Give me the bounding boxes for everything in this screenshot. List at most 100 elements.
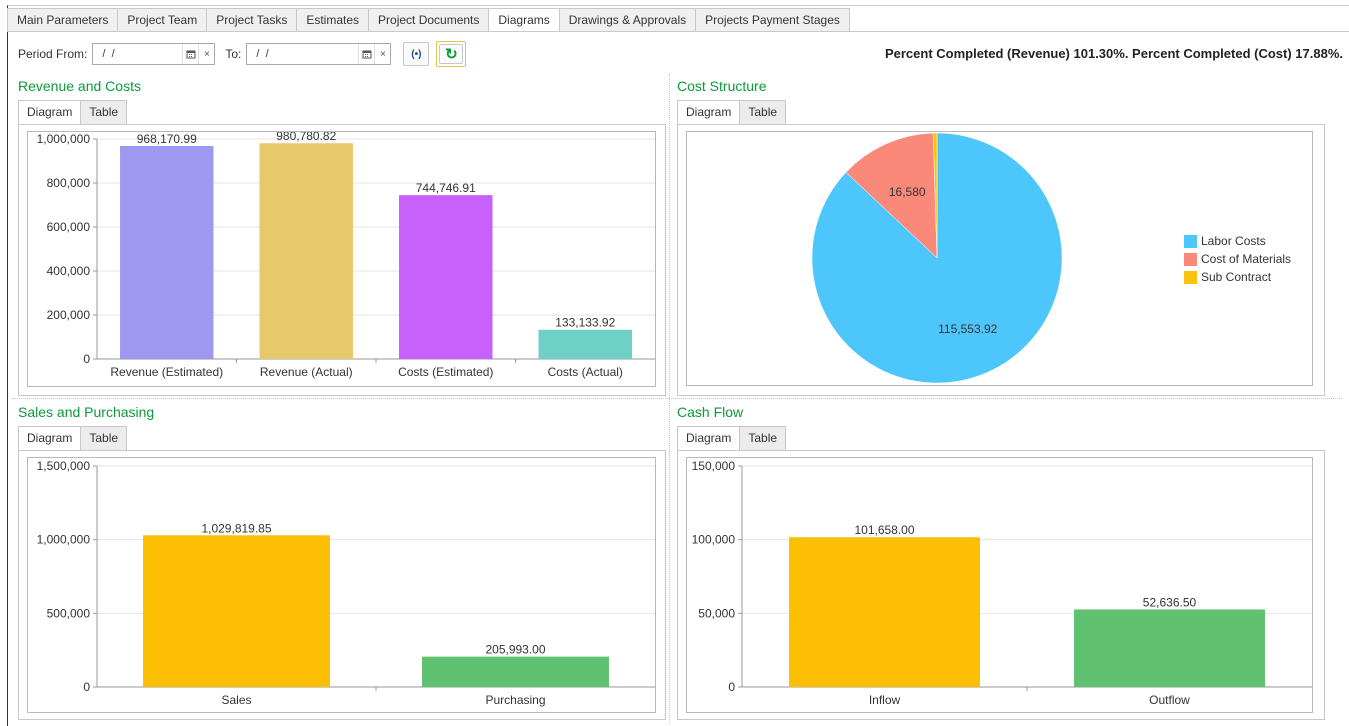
tab-table[interactable]: Table (80, 426, 128, 451)
percent-completed: Percent Completed (Revenue) 101.30%. Per… (884, 46, 1343, 61)
horizontal-divider (12, 398, 1342, 399)
vertical-divider (669, 74, 670, 724)
y-tick-label: 100,000 (692, 533, 736, 547)
tab-diagram[interactable]: Diagram (18, 100, 81, 125)
revenue-subtabs: Diagram Table (18, 100, 128, 125)
tabs-divider (7, 31, 1349, 32)
tab-table[interactable]: Table (739, 100, 787, 125)
bar-costs-estimated[interactable] (399, 195, 493, 359)
legend-swatch (1184, 270, 1197, 284)
legend-swatch (1184, 234, 1197, 248)
period-to-input[interactable] (247, 44, 359, 64)
tab-main-parameters[interactable]: Main Parameters (7, 8, 118, 32)
y-tick-label: 200,000 (47, 308, 91, 322)
x-category-label: Sales (221, 693, 251, 707)
y-tick-label: 0 (83, 680, 90, 694)
y-tick-label: 800,000 (47, 176, 91, 190)
section-title-revenue: Revenue and Costs (18, 78, 141, 94)
tab-diagram[interactable]: Diagram (18, 426, 81, 451)
bar-value-label: 980,780.82 (276, 132, 336, 143)
bar-revenue-actual[interactable] (259, 143, 353, 359)
tab-projects-payment-stages[interactable]: Projects Payment Stages (695, 8, 850, 32)
bar-sales[interactable] (143, 535, 330, 687)
y-tick-label: 1,000,000 (37, 533, 91, 547)
revenue-chart: 0 200,000 400,000 600,000 800,000 1,000,000 96… (27, 129, 656, 387)
y-tick-label: 400,000 (47, 264, 91, 278)
bar-value-label: 133,133.92 (555, 316, 615, 330)
y-tick-label: 0 (728, 680, 735, 694)
x-category-label: Costs (Estimated) (398, 365, 493, 379)
bar-outflow[interactable] (1074, 609, 1265, 687)
cost-legend: Labor Costs Cost of Materials Sub Contract (1184, 232, 1291, 286)
bar-value-label: 1,029,819.85 (201, 521, 271, 535)
period-from-input[interactable] (93, 44, 183, 64)
refresh-button[interactable]: ↻ (439, 44, 464, 64)
bar-value-label: 968,170.99 (137, 132, 197, 146)
cash-subtabs: Diagram Table (677, 426, 787, 451)
x-category-label: Purchasing (485, 693, 545, 707)
sales-bar-chart: 0 500,000 1,000,000 1,500,000 1,029,819.85 Sa… (37, 459, 655, 707)
refresh-button-wrapper: ↻ (436, 41, 467, 67)
bar-revenue-estimated[interactable] (120, 146, 214, 359)
bar-inflow[interactable] (789, 537, 980, 687)
x-category-label: Costs (Actual) (548, 365, 623, 379)
broadcast-button[interactable]: (•) (403, 42, 430, 66)
broadcast-icon: (•) (411, 48, 422, 60)
x-category-label: Revenue (Estimated) (110, 365, 223, 379)
y-tick-label: 1,000,000 (37, 132, 91, 146)
section-title-sales: Sales and Purchasing (18, 404, 155, 420)
period-from-field: × (92, 43, 216, 65)
y-tick-label: 600,000 (47, 220, 91, 234)
legend-label: Labor Costs (1201, 234, 1266, 248)
bar-purchasing[interactable] (422, 656, 609, 687)
pie-value-label: 115,553.92 (938, 322, 997, 336)
legend-label: Sub Contract (1201, 270, 1272, 284)
tab-project-team[interactable]: Project Team (117, 8, 207, 32)
bar-value-label: 52,636.50 (1143, 595, 1197, 609)
legend-item[interactable]: Sub Contract (1184, 268, 1291, 286)
period-from-label: Period From: (18, 47, 88, 61)
revenue-bar-chart: 0 200,000 400,000 600,000 800,000 1,000,000 96… (37, 129, 655, 379)
x-category-label: Inflow (869, 693, 901, 707)
calendar-icon[interactable] (358, 44, 374, 64)
tab-project-tasks[interactable]: Project Tasks (206, 8, 297, 32)
x-category-label: Outflow (1149, 693, 1190, 707)
legend-item[interactable]: Cost of Materials (1184, 250, 1291, 268)
tab-table[interactable]: Table (739, 426, 787, 451)
y-tick-label: 0 (83, 352, 90, 366)
period-to-field: × (246, 43, 392, 65)
section-title-cash: Cash Flow (677, 404, 744, 420)
tab-diagrams[interactable]: Diagrams (488, 8, 559, 32)
period-toolbar: Period From: × To: × (•) ↻ (18, 41, 467, 67)
cost-subtabs: Diagram Table (677, 100, 787, 125)
period-to-label: To: (225, 47, 242, 61)
x-category-label: Revenue (Actual) (260, 365, 353, 379)
tab-project-documents[interactable]: Project Documents (368, 8, 489, 32)
sales-subtabs: Diagram Table (18, 426, 128, 451)
clear-icon[interactable]: × (374, 44, 390, 64)
refresh-icon: ↻ (445, 46, 458, 63)
legend-swatch (1184, 252, 1197, 266)
pie-value-label: 16,580 (889, 185, 926, 199)
tab-table[interactable]: Table (80, 100, 128, 125)
y-tick-label: 500,000 (47, 606, 91, 620)
tab-diagram[interactable]: Diagram (677, 426, 740, 451)
y-tick-label: 50,000 (698, 606, 735, 620)
bar-value-label: 205,993.00 (485, 643, 545, 657)
tab-estimates[interactable]: Estimates (296, 8, 369, 32)
sales-chart: 0 500,000 1,000,000 1,500,000 1,029,819.85 Sa… (27, 457, 656, 713)
tab-diagram[interactable]: Diagram (677, 100, 740, 125)
y-tick-label: 150,000 (692, 459, 736, 473)
legend-label: Cost of Materials (1201, 252, 1292, 266)
bar-costs-actual[interactable] (538, 329, 632, 359)
bar-value-label: 744,746.91 (416, 181, 476, 195)
y-tick-label: 1,500,000 (37, 459, 91, 473)
section-title-cost: Cost Structure (677, 78, 767, 94)
clear-icon[interactable]: × (198, 44, 214, 64)
cash-chart: 0 50,000 100,000 150,000 101,658.00 Inflow 52,… (686, 457, 1313, 713)
main-tabs: Main Parameters Project Team Project Tasks… (7, 8, 850, 32)
cash-bar-chart: 0 50,000 100,000 150,000 101,658.00 Inflow 52,… (692, 459, 1312, 707)
legend-item[interactable]: Labor Costs (1184, 232, 1291, 250)
tab-drawings-approvals[interactable]: Drawings & Approvals (558, 8, 696, 32)
calendar-icon[interactable] (182, 44, 198, 64)
